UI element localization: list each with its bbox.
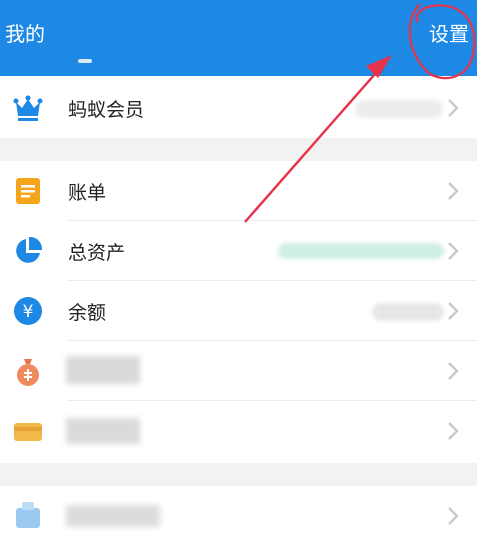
page-title: 我的 [5, 22, 45, 46]
assets-value-blurred [278, 243, 444, 259]
row-bill[interactable]: 账单 [0, 161, 477, 221]
chevron-right-icon [448, 242, 459, 260]
yuan-icon: ¥ [14, 297, 42, 325]
money-bag-icon [17, 359, 39, 386]
chevron-right-icon [448, 302, 459, 320]
row-balance[interactable]: ¥ 余额 [0, 281, 477, 341]
row-ant-member[interactable]: 蚂蚁会员 [0, 78, 477, 138]
blurred-label-2 [66, 418, 140, 444]
row-total-assets[interactable]: 总资产 [0, 221, 477, 281]
member-value-blurred [355, 100, 443, 118]
blurred-label-3 [66, 505, 160, 527]
bill-icon [16, 178, 40, 204]
blurred-label-1 [66, 356, 140, 384]
chevron-right-icon [448, 99, 459, 117]
member-label: 蚂蚁会员 [68, 99, 145, 121]
finance-section: 账单 总资产 ¥ 余额 [0, 161, 477, 463]
avatar-edge [78, 59, 92, 63]
balance-value-blurred [372, 303, 444, 321]
top-bar: 我的 设置 [0, 0, 477, 76]
chevron-right-icon [448, 182, 459, 200]
bank-icon [16, 502, 40, 528]
member-section: 蚂蚁会员 [0, 76, 477, 138]
svg-text:¥: ¥ [23, 302, 34, 322]
pie-chart-icon [16, 236, 43, 263]
chevron-right-icon [448, 362, 459, 380]
crown-icon [13, 95, 43, 121]
row-blurred-1[interactable] [0, 341, 477, 401]
bill-label: 账单 [68, 182, 107, 204]
assets-label: 总资产 [68, 242, 126, 264]
balance-label: 余额 [68, 302, 107, 324]
chevron-right-icon [448, 507, 459, 525]
row-blurred-2[interactable] [0, 401, 477, 461]
extra-section [0, 486, 477, 558]
chevron-right-icon [448, 422, 459, 440]
row-blurred-3[interactable] [0, 486, 477, 546]
settings-button[interactable]: 设置 [429, 18, 469, 47]
card-icon [14, 423, 42, 441]
